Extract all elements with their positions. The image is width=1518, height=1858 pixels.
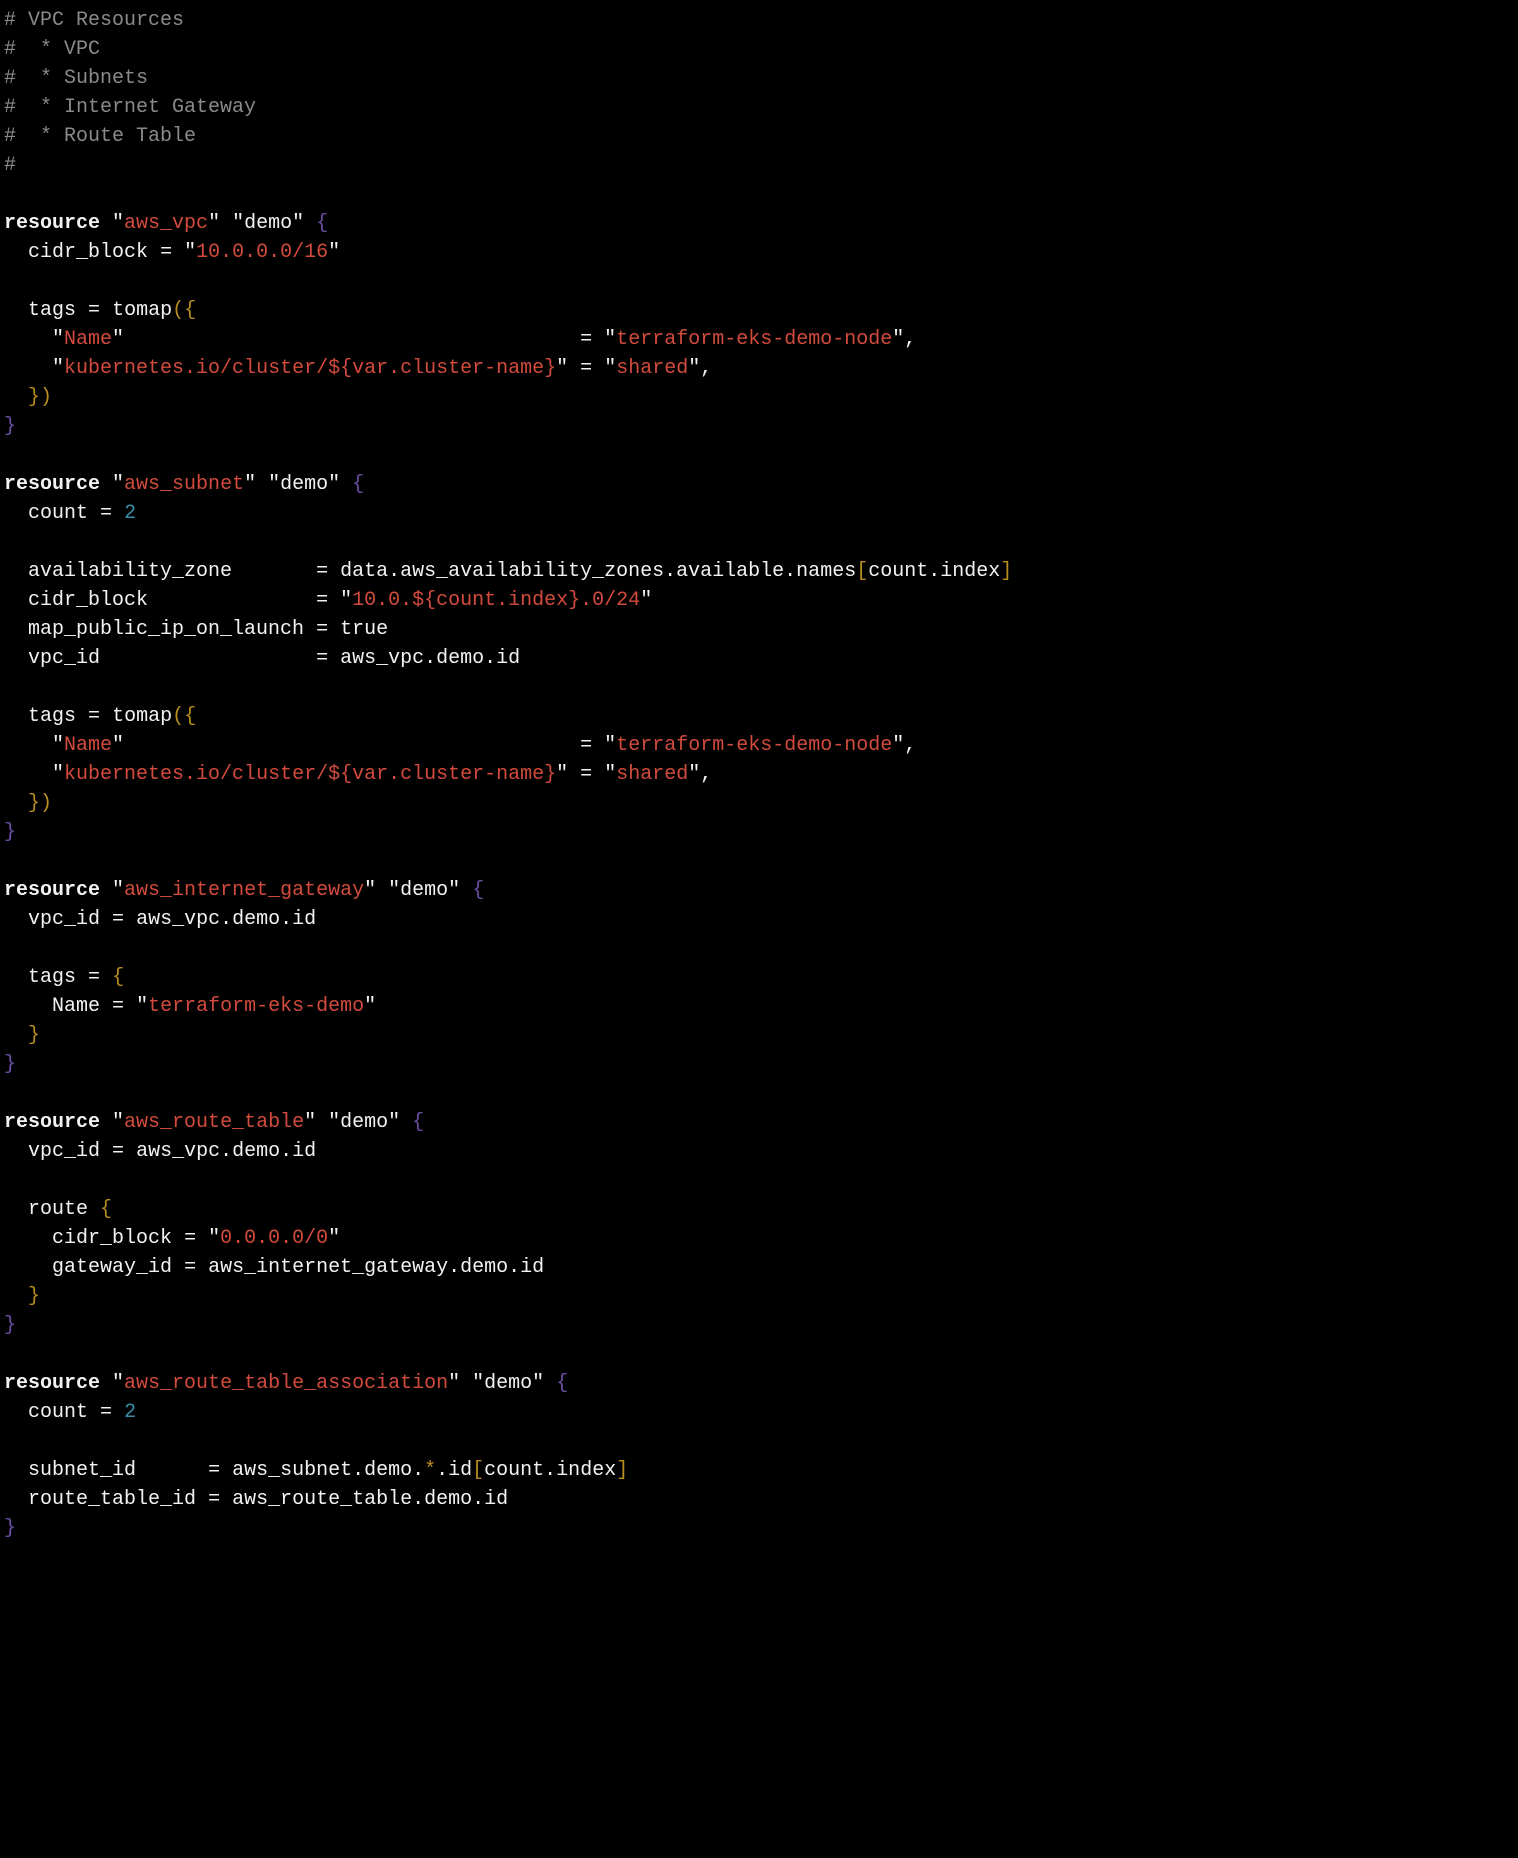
number-val: 2	[124, 502, 136, 525]
comment-line: # * Route Table	[4, 125, 196, 148]
block-route: route	[28, 1198, 88, 1221]
interp: ${count.index}	[412, 589, 580, 612]
kw-resource: resource	[4, 212, 100, 235]
kw-resource: resource	[4, 879, 100, 902]
attr-key: cidr_block	[52, 1227, 172, 1250]
expr: .id	[436, 1459, 472, 1482]
tag-val: terraform-eks-demo-node	[616, 328, 892, 351]
attr-key: tags	[28, 705, 76, 728]
tag-val: shared	[616, 763, 688, 786]
number-val: 2	[124, 1401, 136, 1424]
attr-key: count	[28, 502, 88, 525]
expr: aws_vpc.demo.id	[136, 1140, 316, 1163]
kw-resource: resource	[4, 473, 100, 496]
resource-name: demo	[244, 212, 292, 235]
string-val: 0.0.0.0/0	[220, 1227, 328, 1250]
interp: ${var.cluster-name}	[328, 357, 556, 380]
fn-tomap: tomap	[112, 299, 172, 322]
attr-key: gateway_id	[52, 1256, 172, 1279]
attr-key: vpc_id	[28, 1140, 100, 1163]
interp: ${var.cluster-name}	[328, 763, 556, 786]
attr-key: cidr_block	[28, 241, 148, 264]
fn-tomap: tomap	[112, 705, 172, 728]
code-block: # VPC Resources # * VPC # * Subnets # * …	[0, 0, 1518, 1549]
index-expr: count.index	[484, 1459, 616, 1482]
resource-name: demo	[400, 879, 448, 902]
resource-type: aws_internet_gateway	[124, 879, 364, 902]
splat-star: *	[424, 1459, 436, 1482]
string-val: 10.0.0.0/16	[196, 241, 328, 264]
attr-key: tags	[28, 299, 76, 322]
attr-key: map_public_ip_on_launch	[28, 618, 304, 641]
kw-resource: resource	[4, 1372, 100, 1395]
resource-type: aws_subnet	[124, 473, 244, 496]
resource-name: demo	[484, 1372, 532, 1395]
expr: aws_vpc.demo.id	[340, 647, 520, 670]
index-expr: count.index	[868, 560, 1000, 583]
comment-line: # * VPC	[4, 38, 100, 61]
tag-val: terraform-eks-demo-node	[616, 734, 892, 757]
expr: data.aws_availability_zones.available.na…	[340, 560, 856, 583]
attr-key: cidr_block	[28, 589, 148, 612]
bool-val: true	[340, 618, 388, 641]
resource-type: aws_route_table_association	[124, 1372, 448, 1395]
comment-line: # VPC Resources	[4, 9, 184, 32]
attr-key: vpc_id	[28, 908, 100, 931]
tag-val: terraform-eks-demo	[148, 995, 364, 1018]
comment-line: # * Subnets	[4, 67, 148, 90]
attr-key: subnet_id	[28, 1459, 136, 1482]
attr-key: tags	[28, 966, 76, 989]
expr: aws_vpc.demo.id	[136, 908, 316, 931]
string-val: .0/24	[580, 589, 640, 612]
attr-key: route_table_id	[28, 1488, 196, 1511]
tag-key: Name	[64, 328, 112, 351]
tag-key: Name	[64, 734, 112, 757]
attr-key: availability_zone	[28, 560, 232, 583]
comment-line: # * Internet Gateway	[4, 96, 256, 119]
string-val: 10.0.	[352, 589, 412, 612]
resource-type: aws_route_table	[124, 1111, 304, 1134]
tag-key: Name	[52, 995, 100, 1018]
attr-key: count	[28, 1401, 88, 1424]
comment-line: #	[4, 154, 16, 177]
expr: aws_route_table.demo.id	[232, 1488, 508, 1511]
tag-val: shared	[616, 357, 688, 380]
expr: aws_subnet.demo.	[232, 1459, 424, 1482]
tag-key-prefix: kubernetes.io/cluster/	[64, 357, 328, 380]
resource-name: demo	[280, 473, 328, 496]
expr: aws_internet_gateway.demo.id	[208, 1256, 544, 1279]
tag-key-prefix: kubernetes.io/cluster/	[64, 763, 328, 786]
attr-key: vpc_id	[28, 647, 100, 670]
kw-resource: resource	[4, 1111, 100, 1134]
resource-name: demo	[340, 1111, 388, 1134]
resource-type: aws_vpc	[124, 212, 208, 235]
